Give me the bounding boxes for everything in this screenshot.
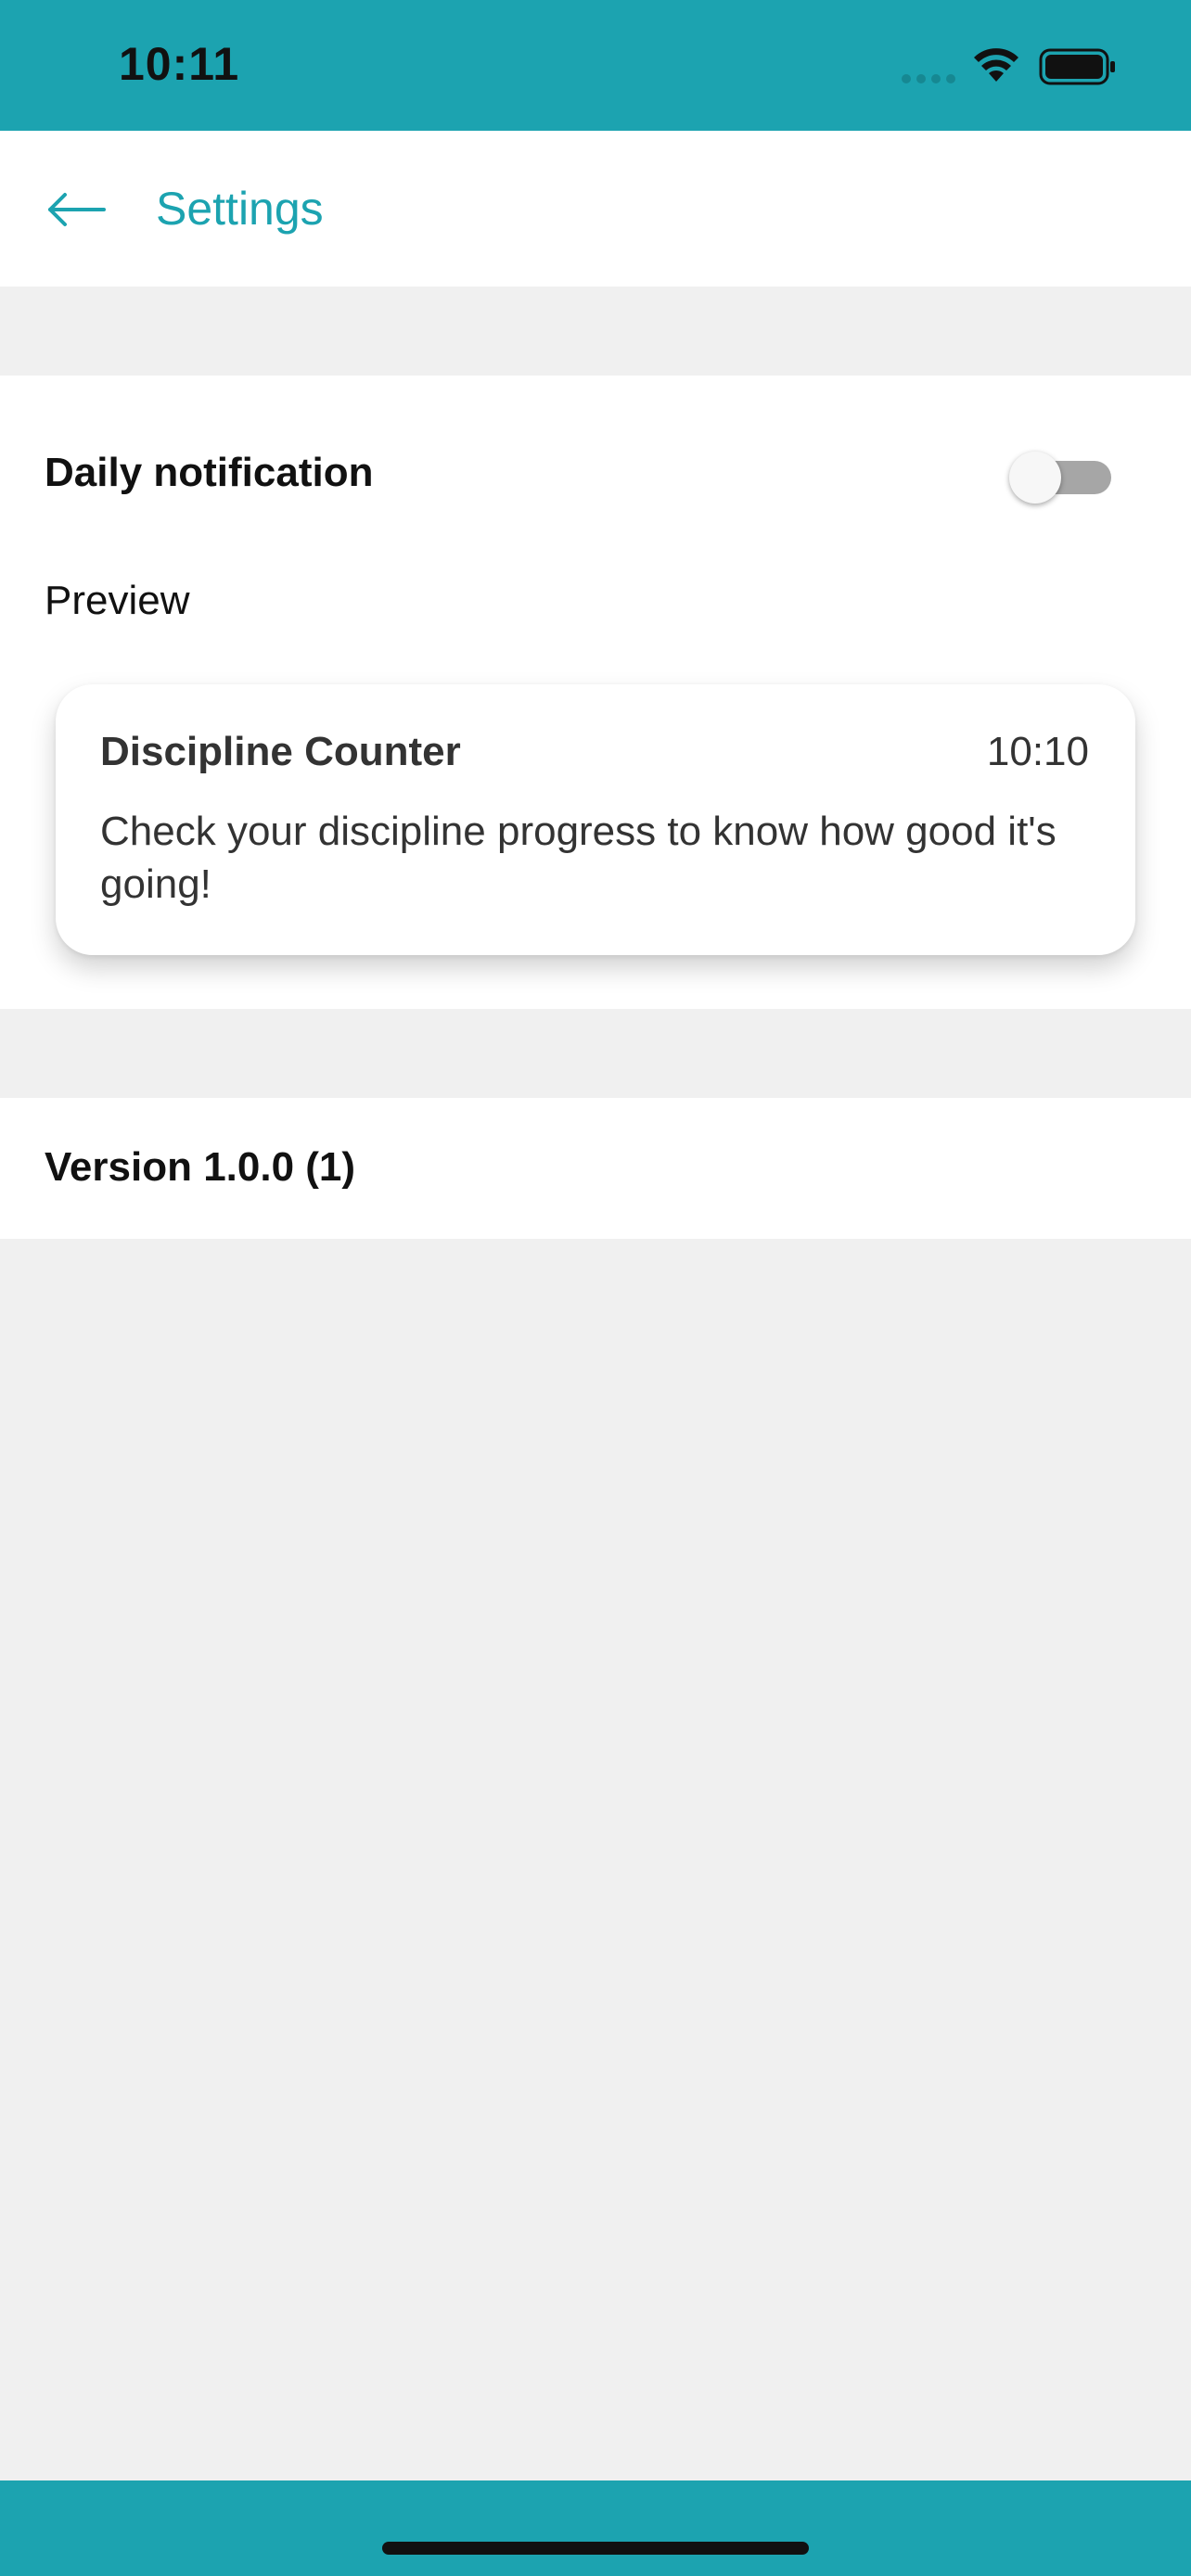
preview-card-body: Check your discipline progress to know h…: [100, 809, 1057, 907]
status-bar: 10:11: [0, 0, 1191, 131]
bottom-bar: [0, 2480, 1191, 2576]
daily-notification-label: Daily notification: [45, 450, 374, 495]
signal-dots-icon: [902, 74, 957, 83]
version-label: Version 1.0.0 (1): [45, 1144, 356, 1190]
version-section: Version 1.0.0 (1): [0, 1098, 1191, 1239]
notification-preview-card: Discipline Counter 10:10 Check your disc…: [56, 684, 1135, 955]
daily-notification-toggle[interactable]: [1009, 452, 1111, 504]
notification-section: Daily notification Preview Discipline Co…: [0, 376, 1191, 1009]
status-time: 10:11: [119, 38, 240, 90]
wifi-icon: [974, 48, 1018, 82]
battery-icon: [1039, 48, 1115, 85]
preview-card-title: Discipline Counter: [100, 729, 461, 774]
back-button[interactable]: [37, 168, 121, 251]
app-bar: Settings: [0, 131, 1191, 287]
preview-card-time: 10:10: [986, 729, 1089, 774]
toggle-thumb: [1009, 452, 1061, 504]
settings-screen: 10:11 Settings Daily notification Previe…: [0, 0, 1191, 2576]
page-title: Settings: [156, 183, 324, 235]
arrow-left-icon: [48, 193, 106, 226]
preview-label: Preview: [45, 578, 190, 623]
home-indicator[interactable]: [382, 2542, 809, 2555]
